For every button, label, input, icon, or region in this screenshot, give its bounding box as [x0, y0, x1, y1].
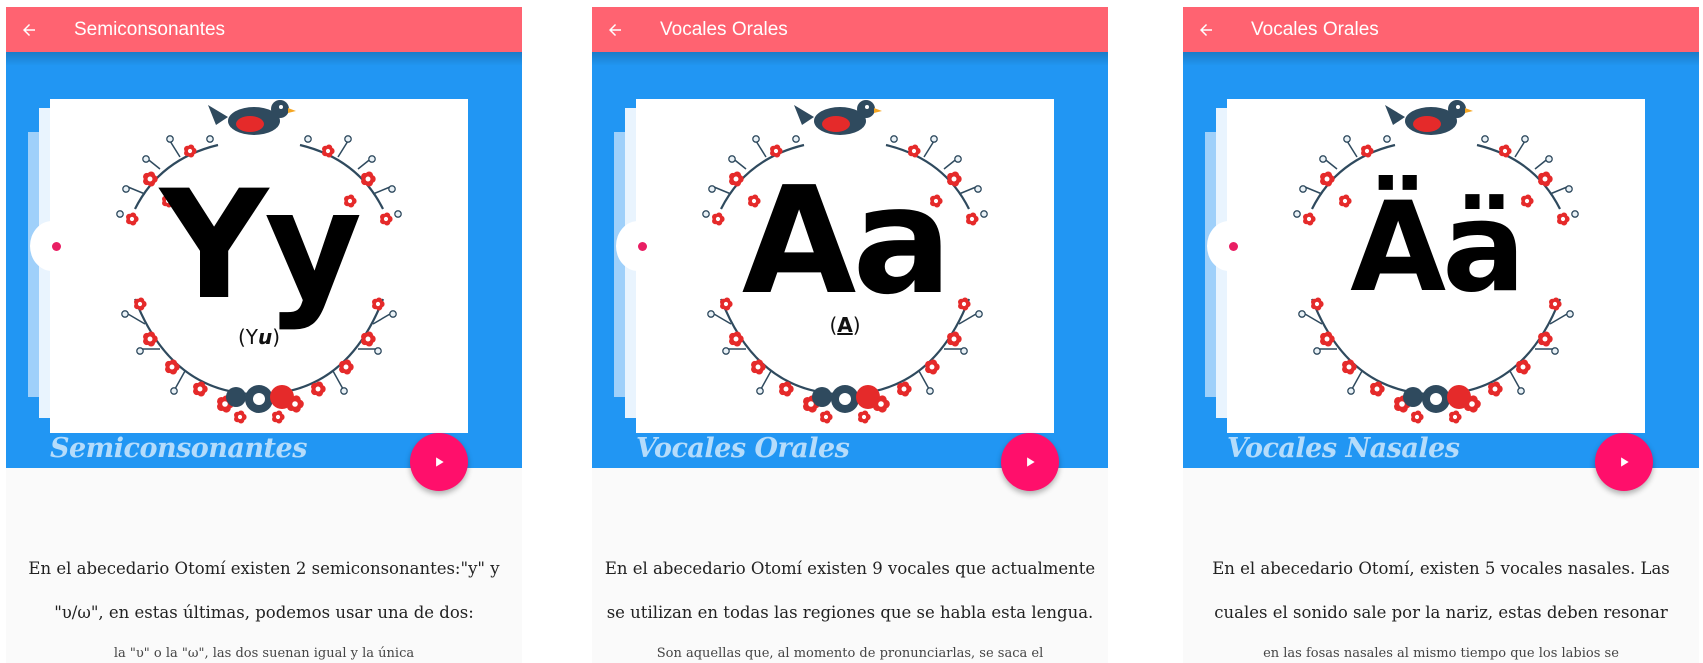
- description-line: En el abecedario Otomí, existen 5 vocale…: [1212, 559, 1670, 578]
- back-button[interactable]: [6, 7, 52, 52]
- app-bar-title: Vocales Orales: [1251, 19, 1379, 40]
- screen-semiconsonantes: Semiconsonantes Yy (Yu) Semiconsonantes …: [6, 7, 522, 663]
- letter-hero: Ää: [1183, 52, 1699, 468]
- description-line: En el abecedario Otomí existen 9 vocales…: [604, 559, 1096, 578]
- description-line: cuales el sonido sale por la nariz, esta…: [1214, 603, 1668, 622]
- page-indicator-dot: [638, 242, 647, 251]
- app-bar-title: Semiconsonantes: [74, 19, 226, 40]
- letter-glyph: Yy: [159, 159, 362, 333]
- back-button[interactable]: [592, 7, 638, 52]
- description-line: "υ/ω", en estas últimas, podemos usar un…: [54, 603, 474, 622]
- section-title: Vocales Nasales: [1227, 433, 1460, 464]
- letter-hero: Yy (Yu): [6, 52, 522, 468]
- screen-vocales-nasales: Vocales Orales Ää Vocales Nasales En el …: [1183, 7, 1699, 663]
- pronunciation-label: (A): [829, 313, 861, 337]
- bird-icon: [208, 100, 296, 135]
- letter-glyph: Aa: [741, 155, 952, 327]
- app-bar-title: Vocales Orales: [660, 19, 788, 40]
- letter-glyph: Ää: [1350, 176, 1526, 320]
- screen-vocales-orales: Vocales Orales Aa (A) Vocales Orales En …: [592, 7, 1108, 663]
- back-button[interactable]: [1183, 7, 1229, 52]
- play-icon: [1621, 457, 1629, 467]
- letter-hero: Aa (A): [592, 52, 1108, 468]
- page-indicator-dot: [52, 242, 61, 251]
- app-bar: Vocales Orales: [1183, 7, 1699, 52]
- description-text: En el abecedario Otomí existen 2 semicon…: [18, 547, 510, 663]
- pronunciation-label: (Yu): [237, 325, 281, 349]
- description-text: En el abecedario Otomí, existen 5 vocale…: [1195, 547, 1687, 663]
- play-audio-button[interactable]: [410, 433, 468, 491]
- arrow-back-icon: [1200, 23, 1212, 36]
- description-line: la "υ" o la "ω", las dos suenan igual y …: [113, 646, 415, 661]
- play-audio-button[interactable]: [1001, 433, 1059, 491]
- letter-card[interactable]: Ää: [1227, 99, 1645, 433]
- section-title: Semiconsonantes: [50, 433, 307, 464]
- page-indicator-dot: [1229, 242, 1238, 251]
- description-line: Son aquellas que, al momento de pronunci…: [656, 646, 1044, 661]
- description-line: se utilizan en todas las regiones que se…: [606, 603, 1094, 622]
- play-audio-button[interactable]: [1595, 433, 1653, 491]
- description-text: En el abecedario Otomí existen 9 vocales…: [604, 547, 1096, 663]
- section-title: Vocales Orales: [636, 433, 850, 464]
- arrow-back-icon: [609, 23, 621, 36]
- bird-icon: [1385, 100, 1473, 135]
- app-bar: Semiconsonantes: [6, 7, 522, 52]
- play-icon: [436, 457, 444, 467]
- arrow-back-icon: [23, 23, 35, 36]
- bird-icon: [794, 100, 882, 135]
- app-bar: Vocales Orales: [592, 7, 1108, 52]
- letter-card[interactable]: Yy (Yu): [50, 99, 468, 433]
- play-icon: [1027, 457, 1035, 467]
- letter-card[interactable]: Aa (A): [636, 99, 1054, 433]
- description-line: en las fosas nasales al mismo tiempo que…: [1263, 646, 1619, 661]
- description-line: En el abecedario Otomí existen 2 semicon…: [28, 559, 500, 578]
